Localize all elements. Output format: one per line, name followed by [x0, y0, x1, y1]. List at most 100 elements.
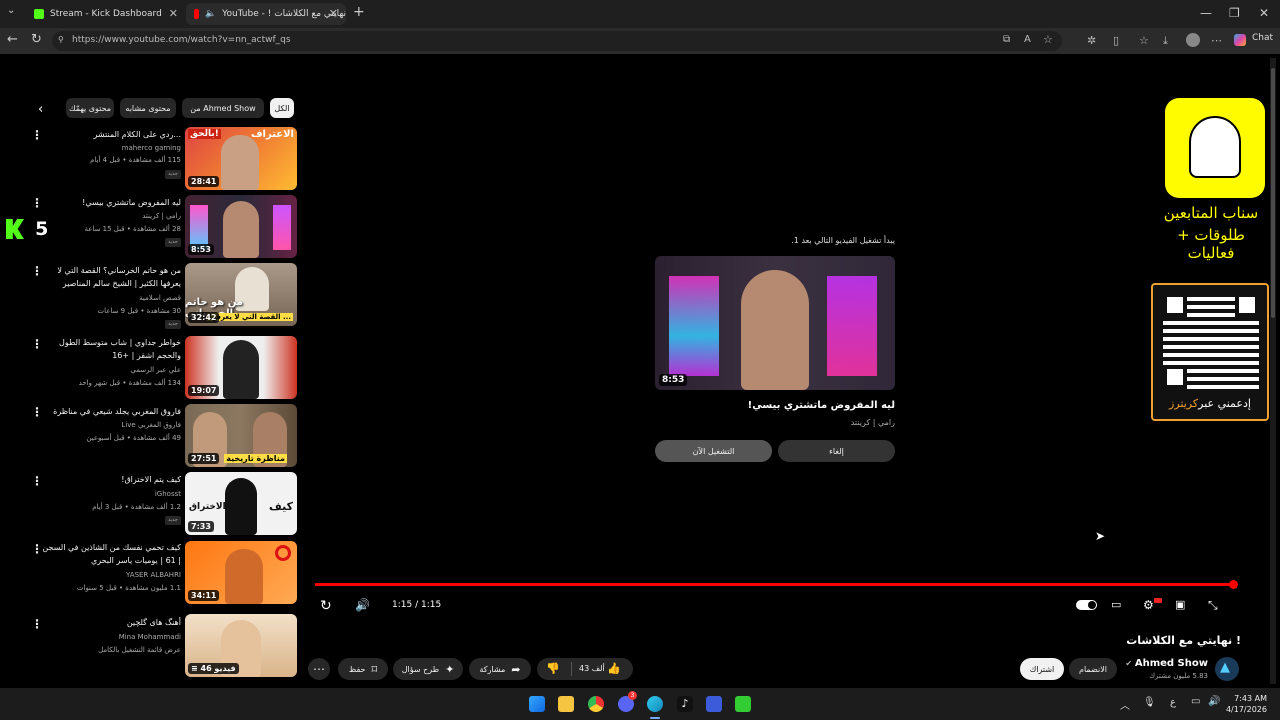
tray-expand-icon[interactable]: ︿: [1120, 697, 1130, 712]
video-thumbnail[interactable]: مناظرة تاريخية 27:51: [185, 404, 297, 467]
subscribe-button[interactable]: اشتراك: [1020, 658, 1064, 680]
play-now-button[interactable]: التشغيل الآن: [655, 440, 772, 462]
fullscreen-icon[interactable]: ⤡: [1208, 598, 1218, 613]
join-button[interactable]: الانضمام: [1069, 658, 1117, 680]
chip-for-you[interactable]: محتوى يهمّك: [66, 98, 114, 118]
more-menu-icon[interactable]: ⋯: [1211, 34, 1222, 47]
file-explorer-icon[interactable]: [558, 696, 574, 712]
snapchat-overlay: سناب المتابعين طلوقات + فعاليات: [1152, 98, 1270, 262]
save-button[interactable]: حفظ ⌑: [338, 658, 388, 680]
video-title[interactable]: كيف يتم الاختراق!: [41, 473, 181, 486]
app-icon-blue[interactable]: [706, 696, 722, 712]
favorites-icon[interactable]: ☆: [1139, 34, 1149, 47]
like-icon[interactable]: 👍: [607, 662, 621, 675]
read-aloud-icon[interactable]: A: [1024, 34, 1031, 45]
video-channel[interactable]: فاروق المغربي Live: [41, 419, 181, 431]
browser-tab-bar: ⌄ Stream - Kick Dashboard ✕ 🔈 YouTube - …: [0, 0, 1280, 28]
playlist-channel[interactable]: Mina Mohammadi: [41, 631, 181, 643]
copilot-icon[interactable]: [1234, 34, 1246, 46]
refresh-icon[interactable]: ↻: [31, 32, 42, 47]
downloads-icon[interactable]: ⤓: [1163, 34, 1168, 48]
close-tab-icon[interactable]: ✕: [329, 7, 338, 20]
channel-avatar[interactable]: ▲: [1215, 657, 1239, 681]
chat-button[interactable]: Chat: [1252, 33, 1273, 43]
progress-scrubber[interactable]: [1229, 580, 1238, 589]
video-channel[interactable]: رامي | كرينتد: [41, 210, 181, 222]
close-tab-icon[interactable]: ✕: [169, 7, 178, 20]
cancel-autoplay-button[interactable]: إلغاء: [778, 440, 895, 462]
chip-from-channel[interactable]: من Ahmed Show: [182, 98, 264, 118]
subtitles-icon[interactable]: ▭: [1111, 598, 1121, 611]
translate-icon[interactable]: ⧉: [1003, 34, 1010, 45]
new-tab-icon[interactable]: +: [353, 4, 365, 20]
video-title[interactable]: ليه المفروض ماتشتري بيسي!: [41, 196, 181, 209]
save-label: حفظ: [348, 664, 366, 674]
url-field[interactable]: ⚲ https://www.youtube.com/watch?v=nn_act…: [52, 31, 1062, 51]
volume-icon[interactable]: 🔊: [355, 598, 370, 612]
video-thumbnail[interactable]: 8:53: [185, 195, 297, 258]
tab-kick-dashboard[interactable]: Stream - Kick Dashboard ✕: [26, 3, 186, 25]
app-icon-green[interactable]: [735, 696, 751, 712]
video-channel[interactable]: قصص اسلامية: [41, 292, 181, 304]
ask-label: طرح سؤال: [401, 664, 440, 674]
like-count[interactable]: 43 ألف: [579, 664, 605, 673]
clock-time: 7:43 AM: [1234, 694, 1267, 703]
scrollbar-thumb[interactable]: [1271, 68, 1275, 318]
playlist-title[interactable]: أهنگ های گلچین: [41, 616, 181, 629]
back-icon[interactable]: ←: [7, 32, 18, 47]
autoplay-toggle[interactable]: [1076, 600, 1097, 610]
tiktok-icon[interactable]: ♪: [677, 696, 693, 712]
restore-icon[interactable]: ❐: [1229, 6, 1240, 20]
tab-actions-icon[interactable]: ⌄: [7, 5, 15, 16]
network-icon[interactable]: ▭: [1191, 696, 1200, 707]
video-channel[interactable]: maherco gaming: [41, 142, 181, 154]
clock[interactable]: 7:43 AM 4/17/2026: [1225, 693, 1267, 715]
video-player[interactable]: يبدأ تشغيل الفيديو التالي بعد 1. 8:53 لي…: [307, 98, 1241, 624]
mic-icon[interactable]: 🎙: [1143, 697, 1156, 708]
progress-bar-fill: [315, 583, 1235, 586]
chrome-icon[interactable]: [588, 696, 604, 712]
mute-tab-icon[interactable]: 🔈: [205, 9, 216, 19]
replay-icon[interactable]: ↻: [320, 598, 332, 614]
favorite-star-icon[interactable]: ☆: [1043, 33, 1053, 46]
playlist-thumbnail[interactable]: ≡ 46 فيديو: [185, 614, 297, 677]
site-info-icon[interactable]: ⚲: [58, 35, 64, 44]
video-channel[interactable]: iGhosst: [41, 488, 181, 500]
video-thumbnail[interactable]: الاعتراف بالحق! 28:41: [185, 127, 297, 190]
video-thumbnail[interactable]: 19:07: [185, 336, 297, 399]
settings-gear-icon[interactable]: ⚙: [1143, 598, 1154, 612]
close-window-icon[interactable]: ✕: [1259, 6, 1269, 20]
minimize-icon[interactable]: —: [1200, 6, 1212, 20]
tab-youtube[interactable]: 🔈 YouTube - ! نهايتي مع الكلاشات ✕: [186, 3, 346, 25]
video-title[interactable]: خواطر جداوي | شاب متوسط الطول والحجم اشق…: [41, 336, 181, 362]
profile-avatar[interactable]: [1186, 33, 1200, 47]
split-screen-icon[interactable]: ▯: [1113, 34, 1119, 47]
video-thumbnail[interactable]: من هو حاتم الخرساني القصة التي لا يعرفها…: [185, 263, 297, 326]
up-next-thumbnail[interactable]: 8:53: [655, 256, 895, 390]
chip-similar[interactable]: محتوى مشابه: [120, 98, 176, 118]
input-language[interactable]: ع: [1170, 697, 1176, 708]
more-actions-button[interactable]: ⋯: [308, 658, 330, 680]
up-next-title[interactable]: ليه المفروض ماتشتري بيسي!: [655, 400, 895, 411]
chip-all[interactable]: الكل: [270, 98, 294, 118]
video-title[interactable]: فاروق المغربي يجلد شيعي في مناظرة: [41, 405, 181, 418]
miniplayer-icon[interactable]: ▣: [1175, 598, 1185, 611]
speaker-icon[interactable]: 🔊: [1208, 696, 1220, 707]
share-button[interactable]: مشاركة ➦: [469, 658, 531, 680]
video-channel[interactable]: YASER ALBAHRI: [41, 569, 181, 581]
video-thumbnail[interactable]: كيف الاختراق 7:33: [185, 472, 297, 535]
video-title[interactable]: ...ردي على الكلام المنتشر: [41, 128, 181, 141]
edge-icon[interactable]: [647, 696, 663, 712]
video-title[interactable]: من هو حاتم الخرساني؟ القصة التي لا يعرفه…: [41, 264, 181, 290]
video-channel[interactable]: علي عبر الرسمي: [41, 364, 181, 376]
chips-back-icon[interactable]: ‹: [38, 102, 43, 117]
dislike-icon[interactable]: 👎: [546, 662, 560, 675]
channel-name[interactable]: ✔ Ahmed Show: [1120, 658, 1208, 669]
page-scrollbar[interactable]: [1270, 58, 1276, 684]
video-thumbnail[interactable]: 34:11: [185, 541, 297, 604]
extensions-icon[interactable]: ✲: [1087, 34, 1096, 47]
video-title[interactable]: كيف تحمي نفسك من الشاذين في السجن | 61 |…: [41, 541, 181, 567]
playlist-meta[interactable]: عرض قائمة التشغيل بالكامل: [41, 644, 181, 656]
start-icon[interactable]: [529, 696, 545, 712]
ask-button[interactable]: طرح سؤال ✦: [393, 658, 463, 680]
